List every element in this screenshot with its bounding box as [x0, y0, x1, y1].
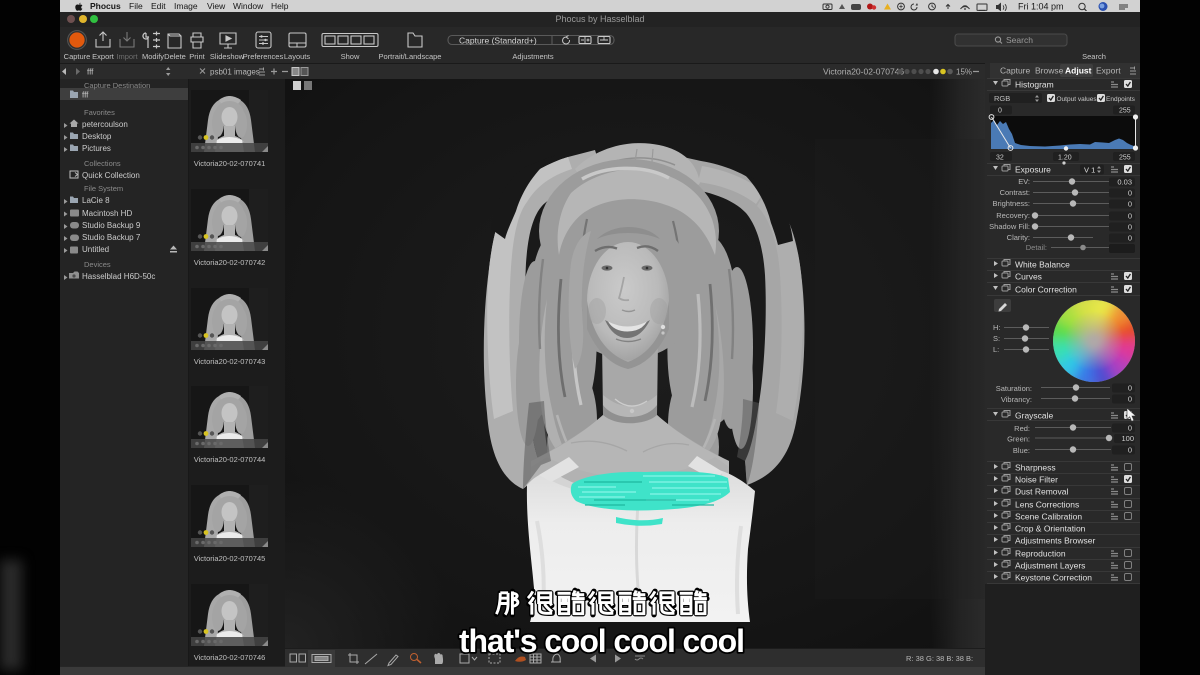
svg-text:Blue:: Blue:: [1013, 446, 1030, 455]
svg-text:0: 0: [1128, 212, 1132, 221]
svg-text:Desktop: Desktop: [82, 132, 112, 141]
svg-text:Adjustments Browser: Adjustments Browser: [1015, 536, 1095, 546]
svg-text:Capture: Capture: [1000, 66, 1031, 76]
svg-text:Sharpness: Sharpness: [1015, 463, 1056, 473]
svg-text:Dust Removal: Dust Removal: [1015, 487, 1068, 497]
svg-text:Hasselblad H6D-50c: Hasselblad H6D-50c: [82, 272, 155, 281]
svg-text:Capture Destination: Capture Destination: [84, 81, 150, 90]
svg-text:Red:: Red:: [1014, 424, 1030, 433]
svg-text:0: 0: [1128, 189, 1132, 198]
svg-text:H:: H:: [993, 323, 1001, 332]
svg-text:Macintosh HD: Macintosh HD: [82, 209, 132, 218]
svg-text:Endpoints: Endpoints: [1106, 96, 1136, 103]
svg-text:Adjustment Layers: Adjustment Layers: [1015, 561, 1085, 571]
svg-text:Clarity:: Clarity:: [1007, 233, 1030, 242]
svg-text:S:: S:: [993, 334, 1000, 343]
svg-text:fff: fff: [82, 91, 89, 100]
svg-text:Reproduction: Reproduction: [1015, 549, 1066, 559]
svg-text:LaCie 8: LaCie 8: [82, 196, 110, 205]
svg-text:Fri 1:04 pm: Fri 1:04 pm: [1018, 2, 1064, 11]
svg-text:0: 0: [1128, 200, 1132, 209]
svg-text:Collections: Collections: [84, 159, 121, 168]
svg-text:0: 0: [1128, 446, 1132, 455]
svg-text:Browse: Browse: [1035, 66, 1064, 76]
svg-text:R: 38 G: 38 B: 38 B:: R: 38 G: 38 B: 38 B:: [906, 654, 973, 663]
svg-text:V 1: V 1: [1084, 166, 1095, 175]
svg-text:Scene Calibration: Scene Calibration: [1015, 512, 1082, 522]
svg-text:Export: Export: [1096, 66, 1121, 76]
svg-text:Crop & Orientation: Crop & Orientation: [1015, 524, 1086, 534]
svg-text:L:: L:: [993, 345, 999, 354]
svg-text:Adjust: Adjust: [1065, 66, 1092, 76]
svg-text:Devices: Devices: [84, 260, 111, 269]
svg-text:RGB: RGB: [994, 94, 1010, 103]
svg-text:Brightness:: Brightness:: [992, 199, 1030, 208]
svg-text:Curves: Curves: [1015, 272, 1042, 282]
svg-text:Capture (Standard+): Capture (Standard+): [459, 36, 537, 46]
svg-text:Untitled: Untitled: [82, 245, 109, 254]
svg-text:0.03: 0.03: [1117, 178, 1132, 187]
svg-text:Favorites: Favorites: [84, 108, 115, 117]
svg-text:Color Correction: Color Correction: [1015, 285, 1077, 295]
svg-text:Studio Backup 9: Studio Backup 9: [82, 221, 141, 230]
svg-text:255: 255: [1119, 155, 1131, 162]
svg-text:fff: fff: [87, 68, 94, 77]
svg-text:0: 0: [1128, 395, 1132, 404]
svg-text:0: 0: [998, 108, 1002, 115]
svg-text:Detail:: Detail:: [1026, 243, 1047, 252]
svg-text:Lens Corrections: Lens Corrections: [1015, 500, 1079, 510]
svg-text:0: 0: [1128, 384, 1132, 393]
svg-text:Vibrancy:: Vibrancy:: [1001, 395, 1032, 404]
svg-text:15%: 15%: [956, 68, 972, 77]
svg-text:100: 100: [1121, 434, 1134, 443]
svg-text:White Balance: White Balance: [1015, 260, 1070, 270]
svg-text:0: 0: [1128, 424, 1132, 433]
svg-text:Quick Collection: Quick Collection: [82, 171, 140, 180]
svg-text:Studio Backup 7: Studio Backup 7: [82, 233, 141, 242]
svg-text:Pictures: Pictures: [82, 144, 111, 153]
svg-text:Exposure: Exposure: [1015, 165, 1051, 175]
svg-text:Victoria20-02-070746: Victoria20-02-070746: [823, 67, 904, 77]
svg-text:EV:: EV:: [1018, 177, 1030, 186]
svg-text:255: 255: [1119, 108, 1131, 115]
svg-text:Saturation:: Saturation:: [996, 384, 1032, 393]
svg-text:Noise Filter: Noise Filter: [1015, 475, 1058, 485]
svg-text:Green:: Green:: [1007, 435, 1030, 444]
svg-text:psb01 images: psb01 images: [210, 68, 260, 77]
svg-text:Recovery:: Recovery:: [996, 211, 1030, 220]
svg-text:Search: Search: [1006, 35, 1033, 45]
svg-text:petercoulson: petercoulson: [82, 120, 128, 129]
svg-text:Shadow Fill:: Shadow Fill:: [989, 222, 1030, 231]
svg-text:Output values: Output values: [1057, 96, 1098, 103]
svg-text:32: 32: [996, 155, 1004, 162]
svg-text:0: 0: [1128, 223, 1132, 232]
svg-text:0: 0: [1128, 234, 1132, 243]
svg-text:Contrast:: Contrast:: [1000, 188, 1030, 197]
svg-text:Keystone Correction: Keystone Correction: [1015, 573, 1092, 583]
svg-text:Grayscale: Grayscale: [1015, 411, 1054, 421]
svg-text:File System: File System: [84, 184, 123, 193]
svg-text:Histogram: Histogram: [1015, 80, 1054, 90]
svg-text:1.20: 1.20: [1058, 155, 1072, 162]
